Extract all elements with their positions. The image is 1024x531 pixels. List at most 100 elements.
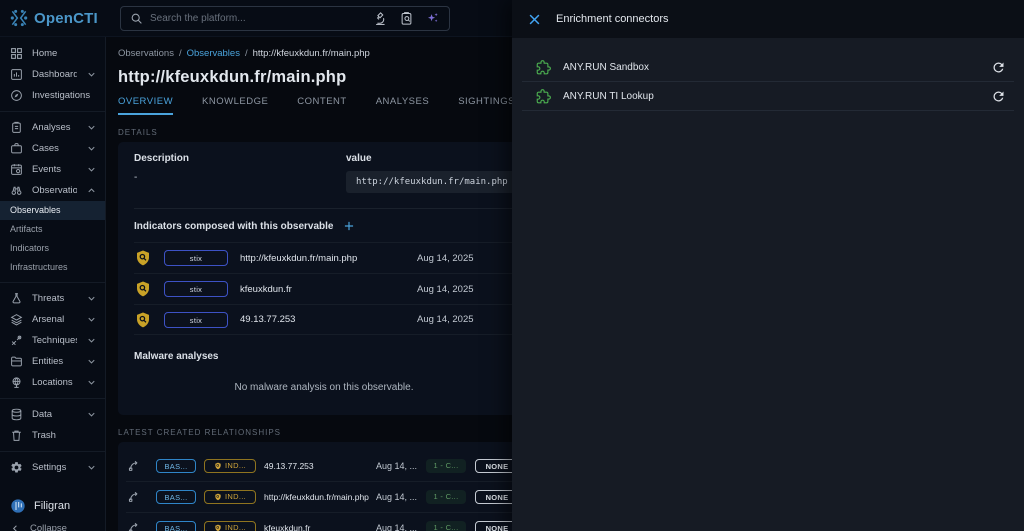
sidebar-divider [0, 282, 105, 283]
tab-analyses[interactable]: ANALYSES [376, 96, 429, 115]
relationship-target-name: http://kfeuxkdun.fr/main.php [264, 492, 374, 502]
indicator-name: http://kfeuxkdun.fr/main.php [240, 253, 417, 264]
drawer-header: Enrichment connectors [512, 0, 1024, 38]
chevron-down-icon [86, 143, 97, 154]
globe-icon [10, 376, 23, 389]
confidence-badge: 1 - C... [426, 459, 466, 473]
tab-knowledge[interactable]: KNOWLEDGE [202, 96, 268, 115]
breadcrumb-current: http://kfeuxkdun.fr/main.php [253, 48, 370, 59]
indicator-date: Aug 14, 2025 [417, 253, 474, 264]
refresh-icon[interactable] [991, 89, 1006, 104]
relationship-type-badge: BAS... [156, 521, 196, 531]
sidebar: Home Dashboards Investigations Analyses … [0, 37, 106, 531]
sidebar-divider [0, 451, 105, 452]
indicators-title: Indicators composed with this observable [134, 221, 334, 232]
relationship-date: Aug 14, ... [376, 523, 420, 531]
sidebar-item-data[interactable]: Data [0, 404, 105, 425]
puzzle-icon [536, 89, 551, 104]
pattern-type-badge: stix [164, 281, 228, 297]
compass-icon [10, 89, 23, 102]
ai-sparkles-icon[interactable] [425, 11, 440, 26]
sidebar-item-observables[interactable]: Observables [0, 201, 105, 220]
relationship-icon [126, 489, 156, 505]
sidebar-item-settings[interactable]: Settings [0, 457, 105, 478]
indicator-name: 49.13.77.253 [240, 314, 417, 325]
sidebar-item-analyses[interactable]: Analyses [0, 117, 105, 138]
indicator-shield-icon [134, 311, 164, 329]
chevron-left-icon [10, 523, 21, 531]
description-label: Description [134, 153, 346, 164]
clipboard-search-icon[interactable] [399, 11, 414, 26]
refresh-icon[interactable] [991, 60, 1006, 75]
sidebar-item-infrastructures[interactable]: Infrastructures [0, 258, 105, 277]
shield-icon [214, 524, 222, 531]
collapse-button[interactable]: Collapse [0, 518, 105, 531]
chevron-down-icon [86, 335, 97, 346]
sidebar-item-arsenal[interactable]: Arsenal [0, 309, 105, 330]
pattern-type-badge: stix [164, 250, 228, 266]
sidebar-item-threats[interactable]: Threats [0, 288, 105, 309]
entity-type-badge: IND... [204, 459, 256, 473]
sidebar-item-investigations[interactable]: Investigations [0, 85, 105, 106]
trash-icon [10, 429, 23, 442]
close-icon[interactable] [527, 12, 542, 27]
indicator-date: Aug 14, 2025 [417, 314, 474, 325]
shield-icon [214, 493, 222, 501]
tab-sightings[interactable]: SIGHTINGS [458, 96, 515, 115]
relationship-date: Aug 14, ... [376, 461, 420, 471]
confidence-badge: 1 - C... [426, 521, 466, 531]
enrichment-drawer: Enrichment connectors ANY.RUN Sandbox AN… [512, 0, 1024, 531]
add-indicator-button[interactable] [342, 219, 356, 233]
search-bar [120, 6, 450, 31]
tab-content[interactable]: CONTENT [297, 96, 346, 115]
sidebar-item-dashboards[interactable]: Dashboards [0, 64, 105, 85]
tools-icon [10, 334, 23, 347]
tab-overview[interactable]: OVERVIEW [118, 96, 173, 115]
calendar-icon [10, 163, 23, 176]
grid-icon [10, 47, 23, 60]
chevron-down-icon [86, 164, 97, 175]
sidebar-item-indicators[interactable]: Indicators [0, 239, 105, 258]
clipboard-icon [10, 121, 23, 134]
layers-icon [10, 313, 23, 326]
sidebar-item-artifacts[interactable]: Artifacts [0, 220, 105, 239]
indicator-name: kfeuxkdun.fr [240, 284, 417, 295]
drawer-title: Enrichment connectors [556, 13, 669, 25]
chevron-up-icon [86, 185, 97, 196]
sidebar-item-techniques[interactable]: Techniques [0, 330, 105, 351]
relationship-target-name: 49.13.77.253 [264, 461, 374, 471]
relationship-type-badge: BAS... [156, 459, 196, 473]
connector-name: ANY.RUN Sandbox [563, 62, 991, 73]
filigran-logo [10, 498, 26, 514]
sidebar-divider [0, 111, 105, 112]
opencti-app: OpenCTI [0, 0, 1024, 531]
sidebar-item-observations[interactable]: Observations [0, 180, 105, 201]
relationship-type-badge: BAS... [156, 490, 196, 504]
description-value: - [134, 172, 346, 183]
sidebar-item-cases[interactable]: Cases [0, 138, 105, 159]
sidebar-item-events[interactable]: Events [0, 159, 105, 180]
sidebar-item-home[interactable]: Home [0, 43, 105, 64]
filigran-link[interactable]: Filigran [0, 494, 105, 518]
flask-icon [10, 292, 23, 305]
entity-type-badge: IND... [204, 490, 256, 504]
breadcrumb-observables-link[interactable]: Observables [187, 48, 240, 59]
connector-list: ANY.RUN Sandbox ANY.RUN TI Lookup [522, 38, 1014, 111]
search-input[interactable] [150, 13, 366, 24]
search-icon [130, 12, 143, 25]
chevron-down-icon [86, 293, 97, 304]
breadcrumb-separator: / [245, 48, 248, 59]
relationship-date: Aug 14, ... [376, 492, 420, 502]
opencti-logo[interactable]: OpenCTI [0, 8, 106, 28]
confidence-badge: 1 - C... [426, 490, 466, 504]
indicator-date: Aug 14, 2025 [417, 284, 474, 295]
sidebar-item-locations[interactable]: Locations [0, 372, 105, 393]
chevron-down-icon [86, 69, 97, 80]
sidebar-item-entities[interactable]: Entities [0, 351, 105, 372]
chevron-down-icon [86, 314, 97, 325]
chevron-down-icon [86, 462, 97, 473]
puzzle-icon [536, 60, 551, 75]
sidebar-item-trash[interactable]: Trash [0, 425, 105, 446]
bar-chart-icon [10, 68, 23, 81]
microscope-icon[interactable] [373, 11, 388, 26]
